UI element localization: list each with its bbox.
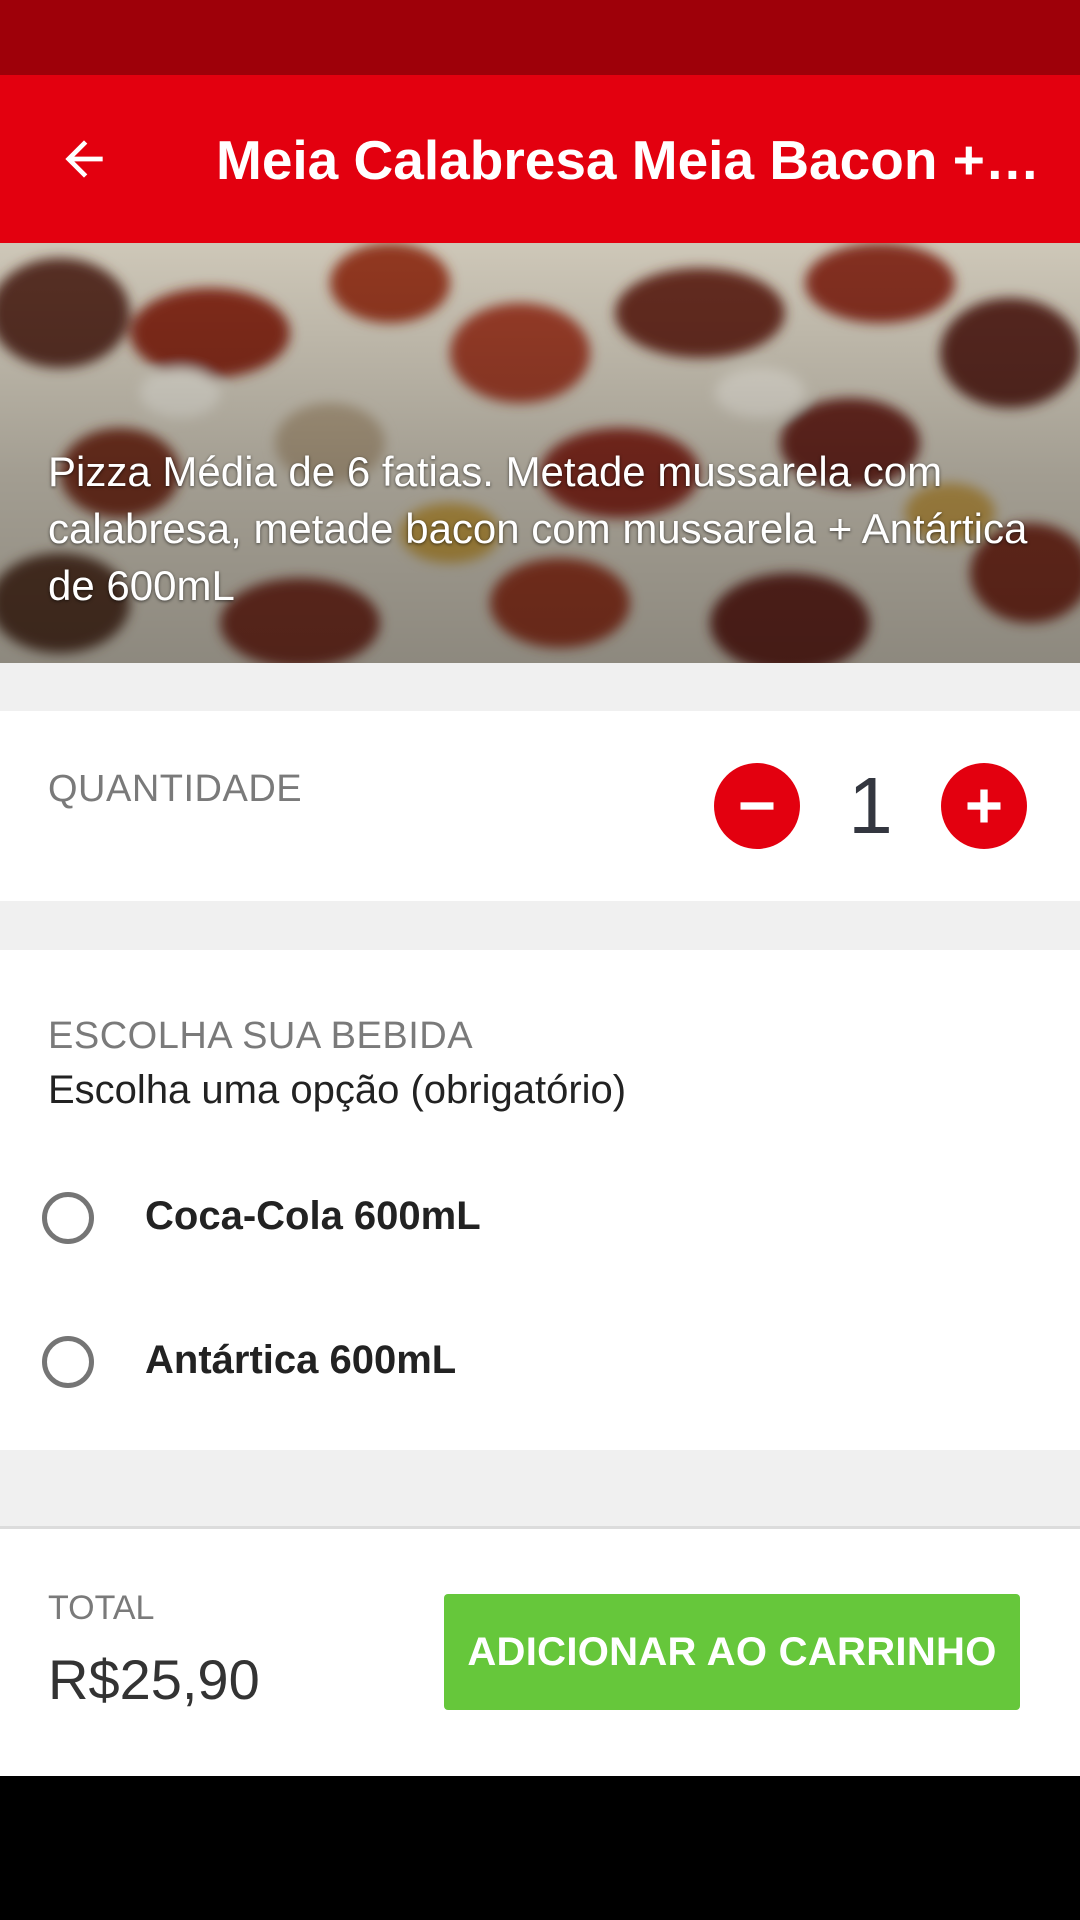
quantity-section: QUANTIDADE 1 bbox=[0, 711, 1080, 901]
radio-button[interactable] bbox=[42, 1336, 94, 1388]
drink-option-coca-cola[interactable]: Coca-Cola 600mL bbox=[0, 1160, 1080, 1280]
product-description: Pizza Média de 6 fatias. Metade mussarel… bbox=[48, 448, 1028, 609]
drink-section-label: ESCOLHA SUA BEBIDA bbox=[48, 1015, 474, 1057]
increase-quantity-button[interactable] bbox=[941, 763, 1027, 849]
arrow-left-icon bbox=[65, 140, 103, 178]
checkout-bar: TOTAL R$25,90 ADICIONAR AO CARRINHO bbox=[0, 1526, 1080, 1776]
app-bar: Meia Calabresa Meia Bacon + Antártica bbox=[0, 75, 1080, 243]
total-label: TOTAL bbox=[48, 1589, 155, 1627]
option-label: Antártica 600mL bbox=[145, 1338, 457, 1382]
quantity-label: QUANTIDADE bbox=[48, 768, 303, 810]
quantity-value: 1 bbox=[848, 761, 893, 850]
back-button[interactable] bbox=[40, 119, 128, 199]
total-price: R$25,90 bbox=[48, 1648, 260, 1711]
radio-button[interactable] bbox=[42, 1192, 94, 1244]
drink-section: ESCOLHA SUA BEBIDA Escolha uma opção (ob… bbox=[0, 950, 1080, 1450]
status-bar bbox=[0, 0, 1080, 75]
option-label: Coca-Cola 600mL bbox=[145, 1194, 481, 1238]
minus-icon bbox=[740, 802, 774, 810]
product-image: Pizza Média de 6 fatias. Metade mussarel… bbox=[0, 243, 1080, 663]
drink-section-subtitle: Escolha uma opção (obrigatório) bbox=[48, 1068, 627, 1112]
plus-icon bbox=[967, 789, 1001, 823]
add-to-cart-button[interactable]: ADICIONAR AO CARRINHO bbox=[444, 1594, 1020, 1710]
page-title: Meia Calabresa Meia Bacon + Antártica bbox=[216, 129, 1046, 191]
decrease-quantity-button[interactable] bbox=[714, 763, 800, 849]
navigation-bar bbox=[0, 1776, 1080, 1920]
drink-option-antartica[interactable]: Antártica 600mL bbox=[0, 1304, 1080, 1424]
